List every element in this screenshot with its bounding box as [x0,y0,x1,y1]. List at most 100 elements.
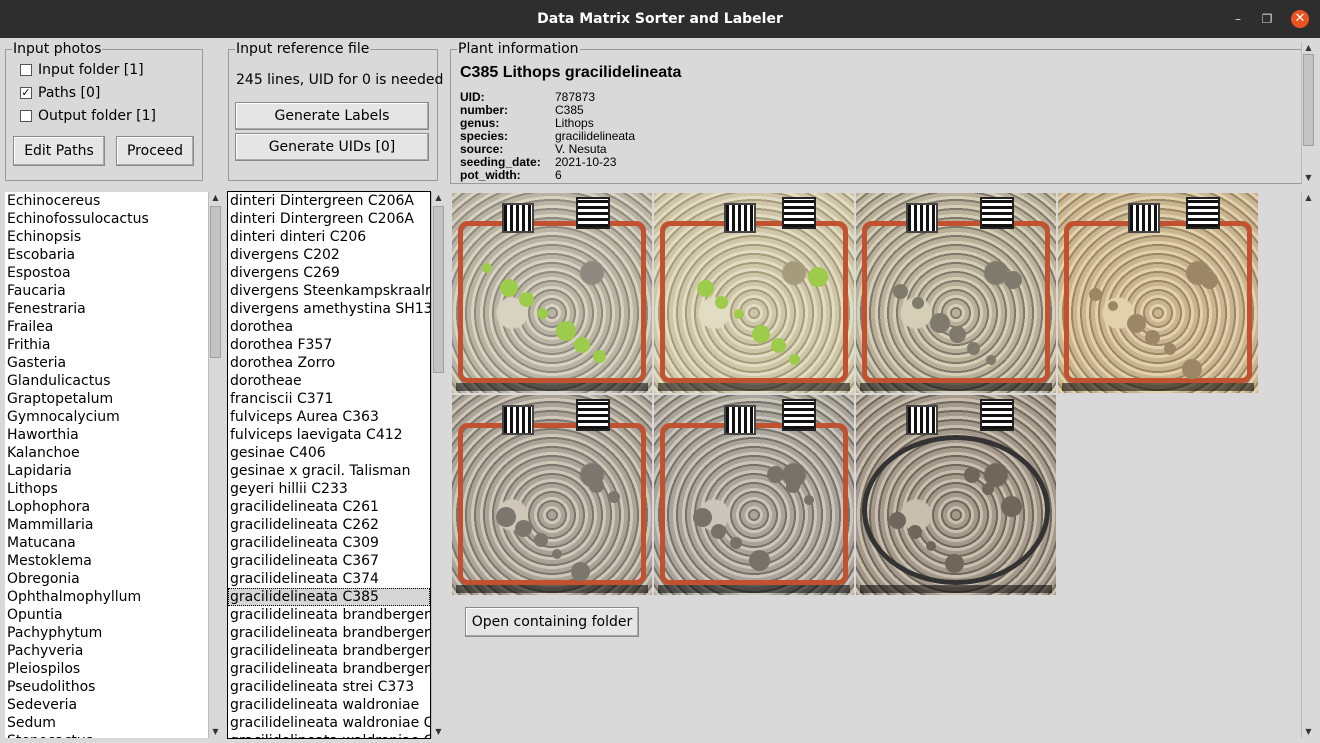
photos-scrollbar[interactable]: ▲ ▼ [1301,192,1315,738]
species-list-item[interactable]: dorothea Zorro [228,354,430,372]
species-list-item[interactable]: gracilidelineata brandbergensis [228,660,430,678]
species-list-item[interactable]: fulviceps Aurea C363 [228,408,430,426]
close-icon[interactable]: ✕ [1291,10,1309,28]
scroll-up-icon[interactable]: ▲ [1302,192,1315,204]
scroll-thumb[interactable] [210,206,221,358]
species-list[interactable]: dinteri Dintergreen C206A dinteri Dinterg… [227,191,431,739]
minimize-icon[interactable]: – [1229,10,1247,28]
open-folder-button[interactable]: Open containing folder [465,607,639,637]
species-list-item[interactable]: gesinae x gracil. Talisman [228,462,430,480]
genus-list-item[interactable]: Kalanchoe [5,444,208,462]
genus-list-item[interactable]: Fenestraria [5,300,208,318]
checkbox-box[interactable] [20,64,32,76]
checkbox-box[interactable] [20,110,32,122]
genus-list-item[interactable]: Escobaria [5,246,208,264]
genus-list-item[interactable]: Echinopsis [5,228,208,246]
plant-photo[interactable] [452,193,652,393]
species-list-item[interactable]: gracilidelineata C374 [228,570,430,588]
genus-list-item[interactable]: Graptopetalum [5,390,208,408]
generate-labels-button[interactable]: Generate Labels [235,102,429,130]
genus-list-item[interactable]: Pseudolithos [5,678,208,696]
genus-list-item[interactable]: Frailea [5,318,208,336]
species-list-item[interactable]: franciscii C371 [228,390,430,408]
genus-list-item[interactable]: Frithia [5,336,208,354]
species-list-item[interactable]: gracilidelineata C385 [228,588,430,606]
genus-list-item[interactable]: Ophthalmophyllum [5,588,208,606]
species-list-item[interactable]: dorothea F357 [228,336,430,354]
checkmark-icon[interactable]: ✓ [20,87,32,99]
scroll-down-icon[interactable]: ▼ [432,726,445,738]
plant-photo[interactable] [1058,193,1258,393]
genus-list-item[interactable]: Lophophora [5,498,208,516]
species-list-item[interactable]: gracilidelineata C261 [228,498,430,516]
plant-photo[interactable] [654,395,854,595]
genus-list-scrollbar[interactable]: ▲ ▼ [208,192,222,738]
species-list-item[interactable]: gracilidelineata waldroniae [228,696,430,714]
edit-paths-button[interactable]: Edit Paths [13,136,105,166]
genus-list-item[interactable]: Pachyphytum [5,624,208,642]
species-list-item[interactable]: gracilidelineata C309 [228,534,430,552]
species-list-item[interactable]: dinteri Dintergreen C206A [228,192,430,210]
species-list-item[interactable]: gracilidelineata brandbergensis [228,642,430,660]
genus-list-item[interactable]: Matucana [5,534,208,552]
species-list-item[interactable]: gracilidelineata C262 [228,516,430,534]
genus-list-item[interactable]: Haworthia [5,426,208,444]
species-list-item[interactable]: gesinae C406 [228,444,430,462]
species-list-item[interactable]: gracilidelineata strei C373 [228,678,430,696]
genus-list-item[interactable]: Mammillaria [5,516,208,534]
species-list-item[interactable]: dinteri dinteri C206 [228,228,430,246]
plant-photo[interactable] [452,395,652,595]
species-list-item[interactable]: dinteri Dintergreen C206A [228,210,430,228]
scroll-up-icon[interactable]: ▲ [209,192,222,204]
scroll-down-icon[interactable]: ▼ [209,726,222,738]
genus-list-item[interactable]: Lapidaria [5,462,208,480]
plant-photo[interactable] [654,193,854,393]
scroll-down-icon[interactable]: ▼ [1302,726,1315,738]
scroll-up-icon[interactable]: ▲ [432,192,445,204]
scroll-thumb[interactable] [1303,54,1314,146]
scroll-up-icon[interactable]: ▲ [1302,42,1315,54]
plant-info-scrollbar[interactable]: ▲ ▼ [1301,42,1315,184]
plant-photo[interactable] [856,395,1056,595]
paths-checkbox[interactable]: ✓ Paths [0] [20,85,100,101]
species-list-item[interactable]: gracilidelineata waldroniae C1 [228,732,430,738]
scroll-down-icon[interactable]: ▼ [1302,172,1315,184]
species-list-item[interactable]: fulviceps laevigata C412 [228,426,430,444]
species-list-item[interactable]: gracilidelineata brandbergensis [228,606,430,624]
genus-list-item[interactable]: Faucaria [5,282,208,300]
species-list-item[interactable]: gracilidelineata C367 [228,552,430,570]
species-list-item[interactable]: gracilidelineata waldroniae C1 [228,714,430,732]
scroll-thumb[interactable] [433,206,444,373]
generate-uids-button[interactable]: Generate UIDs [0] [235,133,429,161]
species-list-item[interactable]: divergens amethystina SH1323 [228,300,430,318]
genus-list-item[interactable]: Glandulicactus [5,372,208,390]
proceed-button[interactable]: Proceed [116,136,194,166]
genus-list-item[interactable]: Stenocactus [5,732,208,738]
species-list-scrollbar[interactable]: ▲ ▼ [431,192,445,738]
genus-list-item[interactable]: Echinofossulocactus [5,210,208,228]
genus-list-item[interactable]: Pleiospilos [5,660,208,678]
output-folder-checkbox[interactable]: Output folder [1] [20,108,156,124]
genus-list-item[interactable]: Sedeveria [5,696,208,714]
genus-list-item[interactable]: Sedum [5,714,208,732]
species-list-item[interactable]: dorotheae [228,372,430,390]
species-list-item[interactable]: divergens C269 [228,264,430,282]
species-list-item[interactable]: dorothea [228,318,430,336]
genus-list[interactable]: Echinocereus Echinofossulocactus Echinopsi… [5,192,208,738]
input-folder-checkbox[interactable]: Input folder [1] [20,62,144,78]
genus-list-item[interactable]: Echinocereus [5,192,208,210]
genus-list-item[interactable]: Espostoa [5,264,208,282]
plant-photo[interactable] [856,193,1056,393]
genus-list-item[interactable]: Obregonia [5,570,208,588]
genus-list-item[interactable]: Gymnocalycium [5,408,208,426]
genus-list-item[interactable]: Pachyveria [5,642,208,660]
maximize-icon[interactable]: ❐ [1258,10,1276,28]
species-list-item[interactable]: geyeri hillii C233 [228,480,430,498]
genus-list-item[interactable]: Lithops [5,480,208,498]
species-list-item[interactable]: gracilidelineata brandbergensis [228,624,430,642]
species-list-item[interactable]: divergens C202 [228,246,430,264]
species-list-item[interactable]: divergens Steenkampskraalrd [228,282,430,300]
genus-list-item[interactable]: Gasteria [5,354,208,372]
genus-list-item[interactable]: Mestoklema [5,552,208,570]
genus-list-item[interactable]: Opuntia [5,606,208,624]
